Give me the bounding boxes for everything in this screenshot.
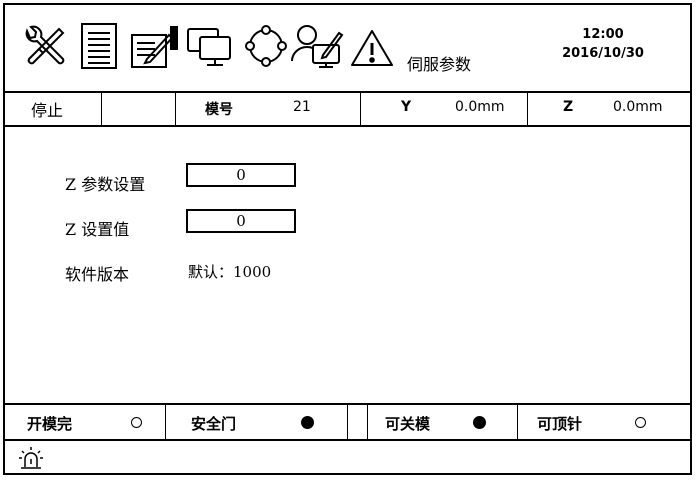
z-axis-value: 0.0mm [613, 99, 663, 115]
mold-label: 模号 [205, 102, 233, 118]
z-axis-label: Z [563, 99, 574, 115]
y-axis-value: 0.0mm [455, 99, 505, 115]
run-state: 停止 [31, 101, 64, 120]
footer-bar [5, 439, 690, 473]
edit-notes-icon[interactable] [129, 21, 181, 71]
z-param-field[interactable]: 0 [186, 163, 296, 187]
hmi-screen: 伺服参数 12:00 2016/10/30 停止 模号 21 Y 0.0mm Z… [3, 3, 692, 475]
indicator-label-mold-close-ok: 可关模 [385, 415, 431, 433]
clock: 12:00 2016/10/30 [553, 25, 653, 63]
tools-icon[interactable] [19, 21, 69, 71]
clock-date: 2016/10/30 [562, 46, 644, 61]
cycle-icon[interactable] [241, 21, 291, 71]
z-param-label: Z 参数设置 [65, 175, 146, 194]
warning-icon[interactable] [349, 21, 395, 71]
z-set-label: Z 设置值 [65, 220, 130, 239]
monitors-icon[interactable] [185, 21, 235, 71]
indicator-label-ejector-ok: 可顶针 [537, 415, 583, 433]
toolbar: 伺服参数 12:00 2016/10/30 [5, 5, 690, 93]
version-value: 默认：1000 [188, 263, 272, 281]
y-axis-label: Y [401, 99, 412, 115]
z-set-field[interactable]: 0 [186, 209, 296, 233]
indicator-led-mold-open-done [131, 417, 142, 428]
io-indicators: 开模完 安全门 可关模 可顶针 [5, 403, 690, 441]
indicator-led-mold-close-ok [473, 416, 486, 429]
indicator-led-safety-door [301, 416, 314, 429]
document-icon[interactable] [79, 21, 119, 71]
param-panel: Z 参数设置 0 Z 设置值 0 软件版本 默认：1000 [5, 127, 690, 403]
indicator-label-safety-door: 安全门 [191, 415, 237, 433]
alarm-lamp-icon[interactable] [17, 445, 45, 475]
operator-icon[interactable] [289, 21, 345, 71]
page-title: 伺服参数 [407, 55, 472, 74]
clock-time: 12:00 [582, 27, 624, 42]
status-bar: 停止 模号 21 Y 0.0mm Z 0.0mm [5, 91, 690, 127]
indicator-led-ejector-ok [635, 417, 646, 428]
version-label: 软件版本 [65, 265, 130, 284]
mold-value: 21 [293, 99, 311, 115]
indicator-label-mold-open-done: 开模完 [27, 415, 73, 433]
